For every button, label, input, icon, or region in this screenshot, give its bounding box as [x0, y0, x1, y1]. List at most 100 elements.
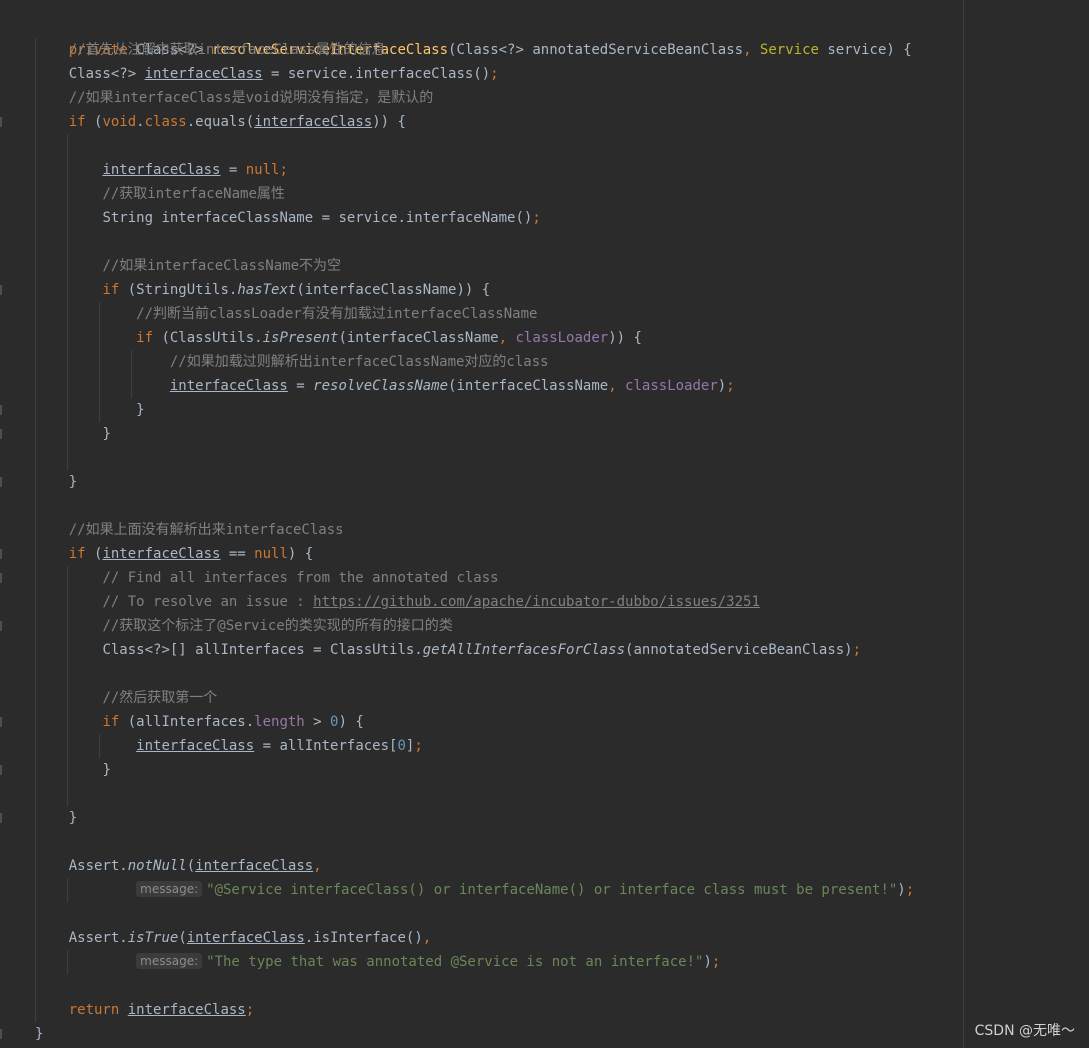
punct: ;	[711, 954, 721, 970]
issue-link[interactable]: https://github.com/apache/incubator-dubb…	[313, 594, 760, 610]
code-text: = allInterfaces[	[254, 738, 398, 754]
comment: //如果interfaceClassName不为空	[102, 258, 342, 274]
fold-marker-icon[interactable]	[0, 813, 2, 823]
comment: //然后获取第一个	[102, 690, 218, 706]
code-text: .	[136, 114, 145, 130]
fold-marker-icon[interactable]	[0, 429, 2, 439]
punct: ;	[852, 642, 862, 658]
code-line: if (allInterfaces.length > 0) {	[0, 710, 959, 734]
comment: // To resolve an issue :	[102, 594, 314, 610]
fold-marker-icon[interactable]	[0, 477, 2, 487]
fold-marker-icon[interactable]	[0, 765, 2, 775]
fold-marker-icon[interactable]	[0, 405, 2, 415]
code-text: }	[102, 426, 111, 442]
code-line-empty	[35, 902, 959, 926]
code-line: interfaceClass = null;	[35, 158, 959, 182]
variable[interactable]: interfaceClass	[170, 378, 288, 394]
comment: // Find all interfaces from the annotate…	[102, 570, 499, 586]
code-line: if (void.class.equals(interfaceClass)) {	[0, 110, 959, 134]
code-line: }	[0, 758, 959, 782]
code-line: }	[0, 422, 959, 446]
punct: ;	[414, 738, 423, 754]
variable[interactable]: interfaceClass	[254, 114, 372, 130]
comment: //判断当前classLoader有没有加载过interfaceClassNam…	[136, 306, 538, 322]
comment: //如果加载过则解析出interfaceClassName对应的class	[169, 354, 549, 370]
code-line: private Class<?> resolveServiceInterface…	[35, 14, 959, 58]
keyword: if	[136, 330, 154, 346]
code-line: }	[0, 806, 959, 830]
variable[interactable]: interfaceClass	[102, 546, 220, 562]
code-line: //如果interfaceClassName不为空	[35, 254, 959, 278]
code-line: //首先从注解中获取interfaceClass属性的信息	[35, 38, 959, 62]
code-line: Assert.isTrue(interfaceClass.isInterface…	[35, 926, 959, 950]
keyword: class	[144, 114, 187, 130]
code-text: (	[85, 114, 103, 130]
code-text: Assert.	[68, 930, 128, 946]
fold-marker-icon[interactable]	[0, 117, 2, 127]
code-text: Class<?>[] allInterfaces = ClassUtils.	[102, 642, 423, 658]
right-margin-guide	[963, 0, 964, 1048]
variable[interactable]: interfaceClass	[128, 1002, 246, 1018]
code-text: ) {	[338, 714, 364, 730]
code-text: )	[897, 882, 906, 898]
punct: ;	[490, 66, 499, 82]
static-method[interactable]: isTrue	[128, 930, 179, 946]
code-text: }	[35, 1026, 44, 1042]
static-method[interactable]: getAllInterfacesForClass	[423, 642, 625, 658]
code-text: = service.interfaceClass()	[262, 66, 491, 82]
code-editor[interactable]: private Class<?> resolveServiceInterface…	[0, 14, 959, 1046]
field[interactable]: length	[254, 714, 305, 730]
code-text: (annotatedServiceBeanClass)	[625, 642, 853, 658]
code-line-empty	[35, 782, 959, 806]
code-text: )) {	[608, 330, 642, 346]
static-method[interactable]: resolveClassName	[313, 378, 448, 394]
fold-marker-icon[interactable]	[0, 621, 2, 631]
string-literal: "@Service interfaceClass() or interfaceN…	[206, 882, 898, 898]
keyword: if	[68, 114, 86, 130]
field[interactable]: classLoader	[617, 378, 718, 394]
code-line-empty	[35, 230, 959, 254]
code-line: message: "The type that was annotated @Se…	[35, 950, 959, 974]
fold-marker-icon[interactable]	[0, 285, 2, 295]
punct: ;	[905, 882, 915, 898]
code-text: ==	[220, 546, 255, 562]
variable[interactable]: interfaceClass	[145, 66, 263, 82]
punct: ,	[313, 858, 322, 874]
fold-marker-icon[interactable]	[0, 573, 2, 583]
code-text: (	[186, 858, 196, 874]
field[interactable]: classLoader	[507, 330, 608, 346]
parameter-hint: message:	[136, 953, 203, 969]
comment: //如果上面没有解析出来interfaceClass	[68, 522, 344, 538]
code-text: .equals(	[186, 114, 255, 130]
keyword: if	[102, 714, 120, 730]
code-text: (	[178, 930, 187, 946]
variable[interactable]: interfaceClass	[195, 858, 313, 874]
variable[interactable]: interfaceClass	[136, 738, 254, 754]
code-line: interfaceClass = allInterfaces[0];	[35, 734, 959, 758]
code-text: (interfaceClassName)) {	[296, 282, 491, 298]
fold-marker-icon[interactable]	[0, 717, 2, 727]
code-line: //如果上面没有解析出来interfaceClass	[35, 518, 959, 542]
fold-marker-icon[interactable]	[0, 1029, 2, 1039]
punct: ;	[726, 378, 735, 394]
code-line: //然后获取第一个	[35, 686, 959, 710]
code-text: >	[304, 714, 331, 730]
fold-marker-icon[interactable]	[0, 549, 2, 559]
variable[interactable]: interfaceClass	[102, 162, 220, 178]
code-line: //如果加载过则解析出interfaceClassName对应的class	[35, 350, 959, 374]
code-line: Class<?> interfaceClass = service.interf…	[35, 62, 959, 86]
static-method[interactable]: hasText	[237, 282, 296, 298]
watermark: CSDN @无唯～	[974, 1023, 1075, 1039]
variable[interactable]: interfaceClass	[187, 930, 305, 946]
parameter-hint: message:	[136, 881, 203, 897]
static-method[interactable]: notNull	[128, 858, 187, 874]
code-line-empty	[35, 446, 959, 470]
code-text: )	[717, 378, 727, 394]
code-text: Class<?>	[68, 66, 145, 82]
static-method[interactable]: isPresent	[263, 330, 339, 346]
code-line: Assert.notNull(interfaceClass,	[35, 854, 959, 878]
code-text: (	[85, 546, 103, 562]
code-line: }	[0, 470, 959, 494]
code-text: }	[68, 474, 78, 490]
